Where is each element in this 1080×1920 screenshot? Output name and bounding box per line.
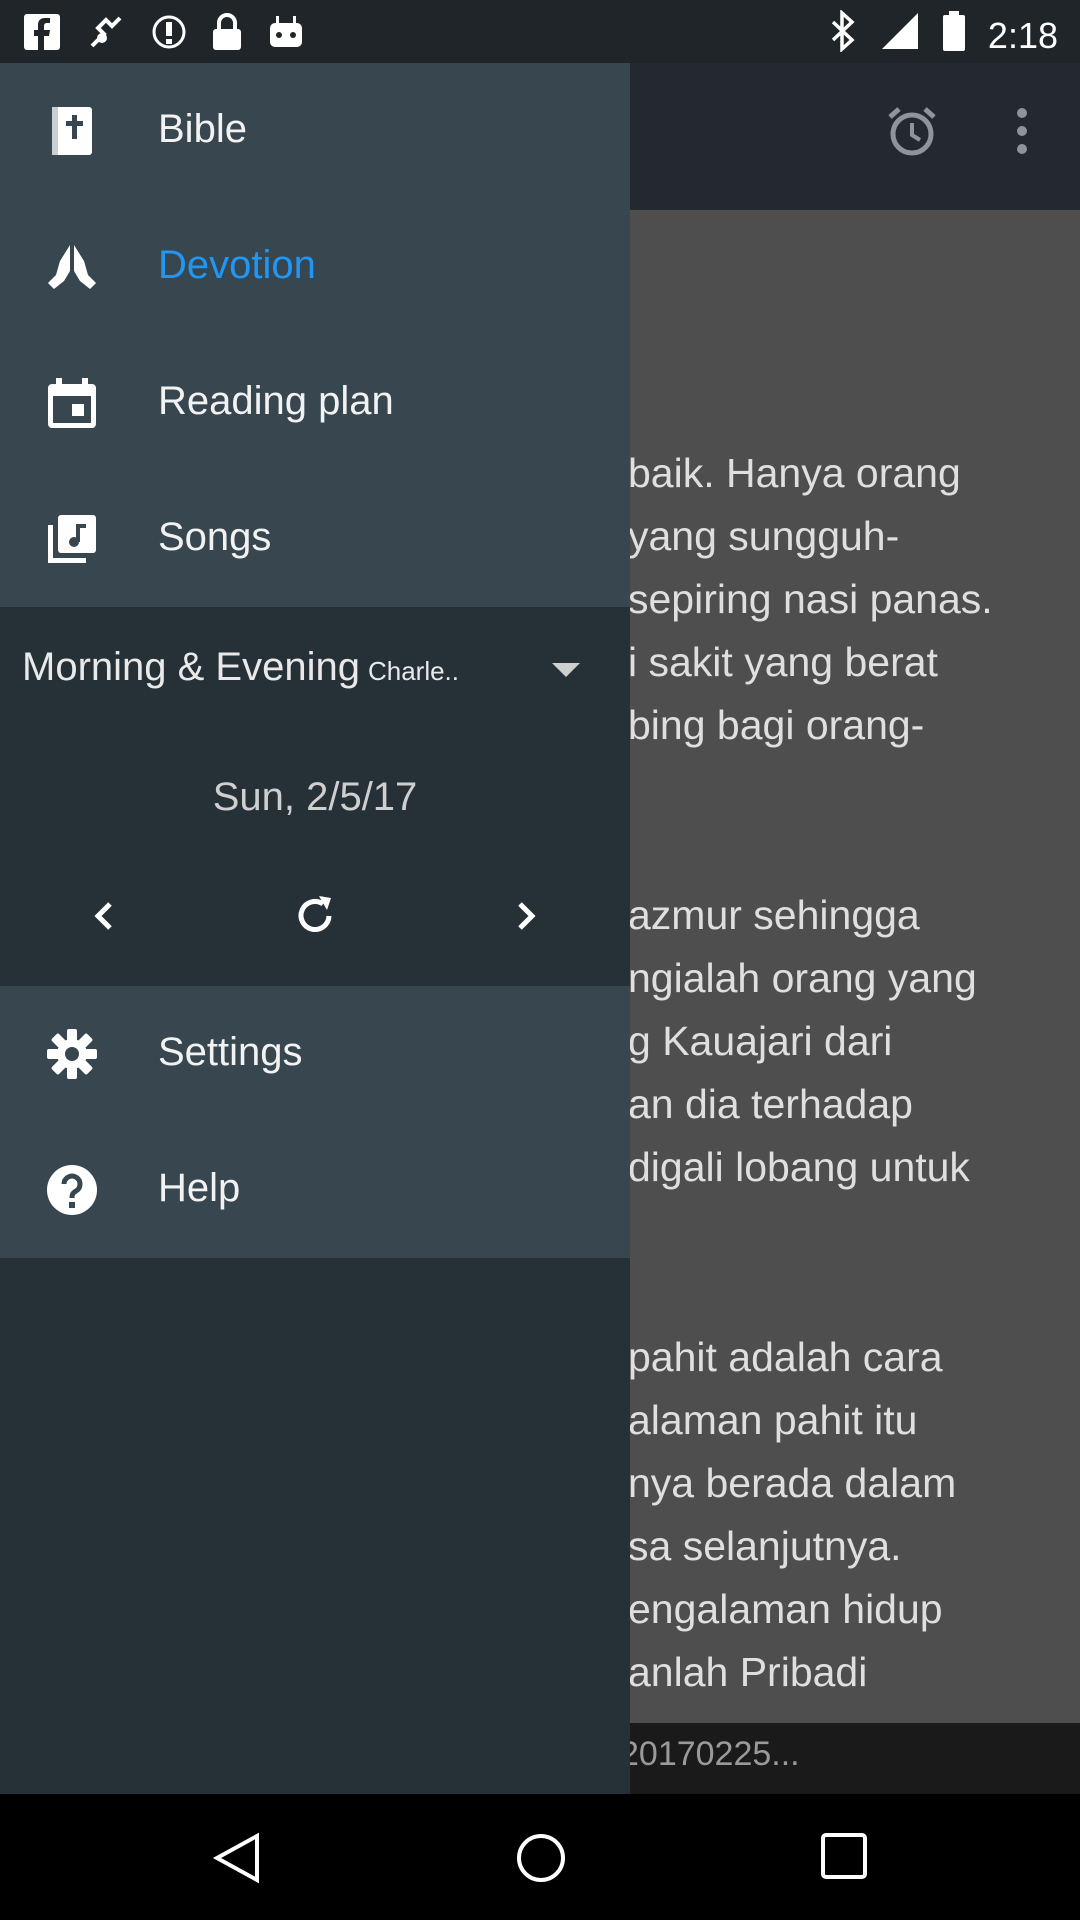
content-line: yang sungguh- xyxy=(628,513,900,559)
content-line: alaman pahit itu xyxy=(628,1397,918,1443)
content-line: sepiring nasi panas. xyxy=(628,576,993,622)
bottom-strip-text: 20170225... xyxy=(620,1735,800,1773)
fake-gps-icon xyxy=(84,10,128,59)
music-library-icon xyxy=(46,513,98,565)
facebook-icon xyxy=(22,12,62,57)
info-icon xyxy=(150,13,188,56)
devotion-selector[interactable]: Morning & Evening Charle.. xyxy=(22,645,459,690)
drawer-menu-bottom: Settings Help xyxy=(0,986,630,1258)
status-time: 2:18 xyxy=(987,14,1058,56)
menu-item-label: Help xyxy=(158,1166,241,1210)
status-bar: 2:18 xyxy=(0,0,1080,63)
chevron-right-icon[interactable] xyxy=(500,890,552,942)
menu-item-reading-plan[interactable]: Reading plan xyxy=(0,335,630,471)
navigation-drawer: Bible Devotion Reading plan Songs Mornin… xyxy=(0,63,630,1794)
chevron-left-icon[interactable] xyxy=(78,890,130,942)
menu-item-songs[interactable]: Songs xyxy=(0,471,630,607)
content-line: azmur sehingga xyxy=(628,892,920,938)
more-vert-icon[interactable] xyxy=(1010,103,1034,164)
menu-item-label: Songs xyxy=(158,515,272,559)
menu-item-label: Bible xyxy=(158,107,247,151)
back-icon[interactable] xyxy=(212,1832,262,1889)
content-line: i sakit yang berat xyxy=(628,639,938,685)
refresh-icon[interactable] xyxy=(289,890,341,942)
drawer-menu-top: Bible Devotion Reading plan Songs xyxy=(0,63,630,607)
alarm-icon[interactable] xyxy=(884,103,940,164)
recents-icon[interactable] xyxy=(820,1832,868,1885)
bible-icon xyxy=(46,105,98,157)
system-nav-bar xyxy=(0,1794,1080,1920)
content-line: sa selanjutnya. xyxy=(628,1523,902,1569)
content-line: ngialah orang yang xyxy=(628,955,977,1001)
content-line: g Kauajari dari xyxy=(628,1018,893,1064)
devotion-date: Sun, 2/5/17 xyxy=(212,775,418,819)
gear-icon xyxy=(46,1028,98,1080)
praying-hands-icon xyxy=(46,241,98,293)
devotion-title: Morning & Evening xyxy=(22,645,360,689)
content-line: anlah Pribadi xyxy=(628,1649,868,1695)
signal-icon xyxy=(880,11,920,60)
menu-item-bible[interactable]: Bible xyxy=(0,63,630,199)
menu-item-devotion[interactable]: Devotion xyxy=(0,199,630,335)
content-line: digali lobang untuk xyxy=(628,1144,970,1190)
dropdown-arrow-icon[interactable] xyxy=(552,663,580,677)
help-icon xyxy=(46,1164,98,1216)
content-line: engalaman hidup xyxy=(628,1586,943,1632)
devotion-panel: Morning & Evening Charle.. Sun, 2/5/17 xyxy=(0,607,630,986)
content-line: an dia terhadap xyxy=(628,1081,913,1127)
content-line: nya berada dalam xyxy=(628,1460,957,1506)
menu-item-help[interactable]: Help xyxy=(0,1122,630,1258)
status-icons-left xyxy=(22,10,306,59)
lock-icon xyxy=(210,12,244,57)
content-line: pahit adalah cara xyxy=(628,1334,943,1380)
calendar-icon xyxy=(46,377,98,429)
battery-icon xyxy=(942,10,966,61)
content-line: bing bagi orang- xyxy=(628,702,925,748)
home-icon[interactable] xyxy=(515,1832,567,1889)
menu-item-label: Reading plan xyxy=(158,379,394,423)
devotion-author: Charle.. xyxy=(367,656,460,686)
menu-item-label: Settings xyxy=(158,1030,303,1074)
status-icons-right: 2:18 xyxy=(828,9,1058,61)
menu-item-settings[interactable]: Settings xyxy=(0,986,630,1122)
menu-item-label: Devotion xyxy=(158,243,316,287)
content-line: baik. Hanya orang xyxy=(628,450,961,496)
bluetooth-icon xyxy=(828,9,858,61)
android-icon xyxy=(266,13,306,56)
